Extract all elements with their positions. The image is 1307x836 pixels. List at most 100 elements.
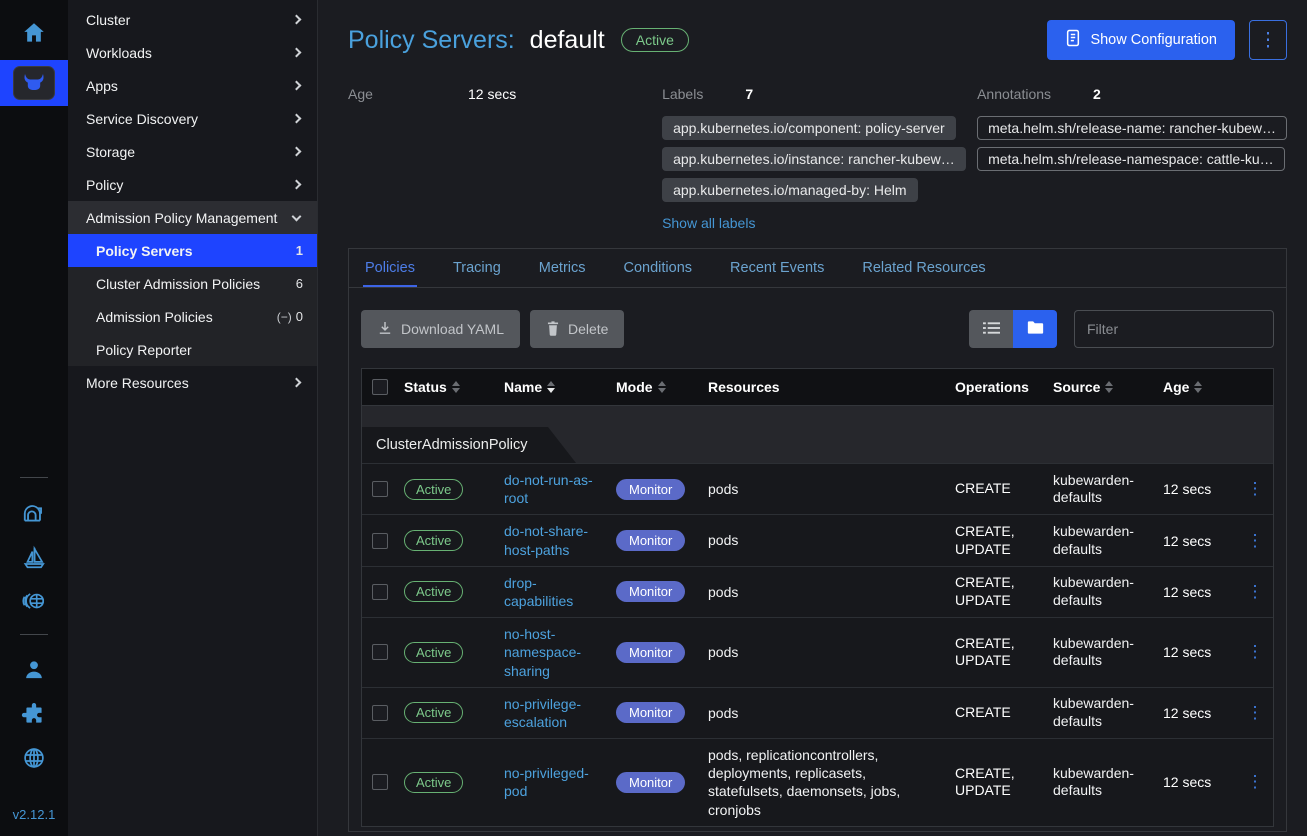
sidebar-item-workloads[interactable]: Workloads	[68, 36, 317, 69]
status-badge: Active	[621, 28, 689, 52]
sidebar-item-cluster[interactable]: Cluster	[68, 3, 317, 36]
column-header-age[interactable]: Age	[1157, 379, 1237, 395]
source-cell: kubewarden-defaults	[1047, 523, 1157, 558]
tab-related-resources[interactable]: Related Resources	[860, 249, 987, 287]
resource-meta: Age 12 secs Labels 7 app.kubernetes.io/c…	[348, 86, 1287, 231]
tab-tracing[interactable]: Tracing	[451, 249, 503, 287]
column-header-status[interactable]: Status	[398, 379, 498, 395]
delete-button[interactable]: Delete	[530, 310, 624, 348]
labels-count: 7	[745, 86, 753, 102]
sort-icon	[1105, 381, 1113, 393]
row-checkbox[interactable]	[372, 533, 388, 549]
tab-conditions[interactable]: Conditions	[622, 249, 695, 287]
source-cell: kubewarden-defaults	[1047, 765, 1157, 800]
operations-cell: CREATE, UPDATE	[949, 523, 1047, 558]
status-badge: Active	[404, 530, 463, 551]
policy-name-link[interactable]: no-privileged-pod	[504, 764, 604, 800]
age-cell: 12 secs	[1157, 533, 1237, 549]
view-mode-toggle	[969, 310, 1057, 348]
cluster-shortcut-arch[interactable]	[21, 499, 47, 529]
header-kebab-menu-button[interactable]	[1249, 20, 1287, 60]
table-toolbar: Download YAML Delete	[361, 310, 1274, 348]
column-header-operations[interactable]: Operations	[949, 379, 1047, 395]
tab-recent-events[interactable]: Recent Events	[728, 249, 826, 287]
column-header-name[interactable]: Name	[498, 379, 610, 395]
status-badge: Active	[404, 642, 463, 663]
chevron-right-icon	[292, 147, 302, 157]
annotation-chip: meta.helm.sh/release-name: rancher-kubew…	[977, 116, 1287, 140]
source-cell: kubewarden-defaults	[1047, 472, 1157, 507]
sidebar-item-service-discovery[interactable]: Service Discovery	[68, 102, 317, 135]
row-kebab-menu-button[interactable]	[1237, 703, 1273, 723]
row-checkbox[interactable]	[372, 774, 388, 790]
globe-icon	[21, 745, 47, 774]
page-title: Policy Servers: default	[348, 26, 605, 55]
extensions-button[interactable]	[21, 700, 47, 730]
row-checkbox[interactable]	[372, 481, 388, 497]
cluster-nav-button-active[interactable]	[0, 60, 68, 106]
cluster-tile	[13, 66, 55, 100]
show-configuration-button[interactable]: Show Configuration	[1047, 20, 1235, 60]
resources-cell: pods	[702, 531, 949, 549]
policy-name-link[interactable]: do-not-run-as-root	[504, 471, 604, 507]
mode-badge: Monitor	[616, 772, 685, 793]
sidebar-item-policy-servers[interactable]: Policy Servers 1	[68, 234, 317, 267]
cluster-shortcut-turbine[interactable]	[21, 587, 47, 617]
row-kebab-menu-button[interactable]	[1237, 642, 1273, 662]
cluster-arch-icon	[21, 500, 47, 529]
table-row: Active drop-capabilities Monitor pods CR…	[362, 566, 1273, 617]
cluster-shortcut-sailboat[interactable]	[21, 543, 47, 573]
sidebar-item-admission-policies[interactable]: Admission Policies (−) 0	[68, 300, 317, 333]
source-cell: kubewarden-defaults	[1047, 695, 1157, 730]
label-chip: app.kubernetes.io/instance: rancher-kube…	[662, 147, 966, 171]
resources-cell: pods	[702, 480, 949, 498]
sidebar-item-storage[interactable]: Storage	[68, 135, 317, 168]
column-header-resources[interactable]: Resources	[702, 379, 949, 395]
row-checkbox[interactable]	[372, 584, 388, 600]
policy-name-link[interactable]: drop-capabilities	[504, 574, 604, 610]
column-header-source[interactable]: Source	[1047, 379, 1157, 395]
home-nav-button[interactable]	[21, 16, 47, 52]
mode-badge: Monitor	[616, 530, 685, 551]
column-header-mode[interactable]: Mode	[610, 379, 702, 395]
age-cell: 12 secs	[1157, 584, 1237, 600]
filter-input[interactable]	[1074, 310, 1274, 348]
status-badge: Active	[404, 772, 463, 793]
row-checkbox[interactable]	[372, 705, 388, 721]
source-cell: kubewarden-defaults	[1047, 574, 1157, 609]
show-all-labels-link[interactable]: Show all labels	[662, 215, 755, 231]
row-kebab-menu-button[interactable]	[1237, 582, 1273, 602]
table-row: Active no-privilege-escalation Monitor p…	[362, 687, 1273, 738]
sidebar-item-policy-reporter[interactable]: Policy Reporter	[68, 333, 317, 366]
row-kebab-menu-button[interactable]	[1237, 479, 1273, 499]
policy-name-link[interactable]: no-privilege-escalation	[504, 695, 604, 731]
tab-metrics[interactable]: Metrics	[537, 249, 588, 287]
sidebar-item-more-resources[interactable]: More Resources	[68, 366, 317, 399]
row-kebab-menu-button[interactable]	[1237, 531, 1273, 551]
table-row: Active do-not-run-as-root Monitor pods C…	[362, 463, 1273, 514]
table-row: Active do-not-share-host-paths Monitor p…	[362, 514, 1273, 565]
sidebar-nav: Cluster Workloads Apps Service Discovery…	[68, 0, 318, 836]
sidebar-group-admission-policy-management[interactable]: Admission Policy Management	[68, 201, 317, 234]
label-chip: app.kubernetes.io/managed-by: Helm	[662, 178, 917, 202]
policy-name-link[interactable]: do-not-share-host-paths	[504, 522, 604, 558]
group-view-button[interactable]	[1013, 310, 1057, 348]
resources-cell: pods	[702, 643, 949, 661]
sidebar-item-apps[interactable]: Apps	[68, 69, 317, 102]
row-kebab-menu-button[interactable]	[1237, 772, 1273, 792]
user-menu-button[interactable]	[21, 656, 47, 686]
sidebar-item-cluster-admission-policies[interactable]: Cluster Admission Policies 6	[68, 267, 317, 300]
download-yaml-button[interactable]: Download YAML	[361, 310, 520, 348]
locale-button[interactable]	[21, 744, 47, 774]
policy-name-link[interactable]: no-host-namespace-sharing	[504, 625, 604, 680]
row-checkbox[interactable]	[372, 644, 388, 660]
tab-bar: Policies Tracing Metrics Conditions Rece…	[349, 249, 1286, 288]
tab-policies[interactable]: Policies	[363, 249, 417, 287]
chevron-right-icon	[292, 180, 302, 190]
select-all-checkbox[interactable]	[372, 379, 388, 395]
sidebar-item-policy[interactable]: Policy	[68, 168, 317, 201]
chevron-right-icon	[292, 378, 302, 388]
user-icon	[21, 657, 47, 686]
list-view-button[interactable]	[969, 310, 1013, 348]
table-header-row: Status Name Mode Resources Operations	[362, 369, 1273, 405]
